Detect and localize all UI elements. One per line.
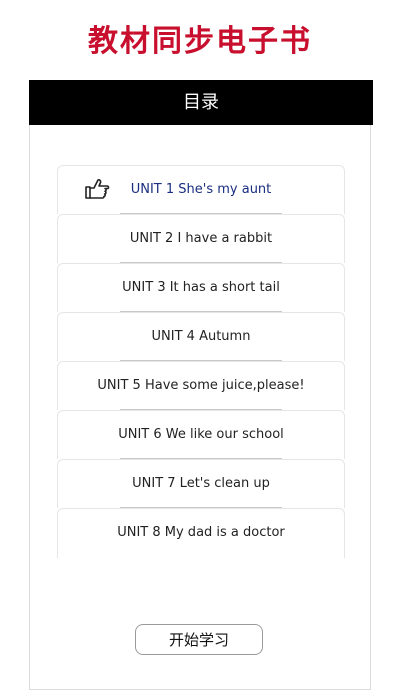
unit-label: UNIT 4 Autumn	[151, 329, 251, 344]
unit-item-1[interactable]: UNIT 1 She's my aunt	[57, 165, 345, 214]
unit-label: UNIT 5 Have some juice,please!	[97, 378, 305, 393]
unit-label: UNIT 1 She's my aunt	[130, 182, 272, 197]
unit-item-3[interactable]: UNIT 3 It has a short tail	[57, 263, 345, 312]
unit-label: UNIT 8 My dad is a doctor	[117, 525, 285, 540]
unit-item-7[interactable]: UNIT 7 Let's clean up	[57, 459, 345, 508]
unit-label: UNIT 6 We like our school	[118, 427, 284, 442]
unit-item-5[interactable]: UNIT 5 Have some juice,please!	[57, 361, 345, 410]
unit-item-4[interactable]: UNIT 4 Autumn	[57, 312, 345, 361]
unit-label: UNIT 3 It has a short tail	[122, 280, 280, 295]
unit-item-8[interactable]: UNIT 8 My dad is a doctor	[57, 508, 345, 558]
toc-panel: 目录 UNIT 1 She's my aunt UNIT 2 I have a …	[29, 80, 373, 690]
unit-item-2[interactable]: UNIT 2 I have a rabbit	[57, 214, 345, 263]
unit-item-6[interactable]: UNIT 6 We like our school	[57, 410, 345, 459]
start-learning-button[interactable]: 开始学习	[135, 624, 263, 655]
app-title: 教材同步电子书	[88, 24, 312, 59]
unit-list: UNIT 1 She's my aunt UNIT 2 I have a rab…	[57, 165, 345, 558]
toc-header: 目录	[29, 80, 373, 125]
unit-label: UNIT 7 Let's clean up	[132, 476, 270, 491]
unit-label: UNIT 2 I have a rabbit	[129, 231, 273, 246]
